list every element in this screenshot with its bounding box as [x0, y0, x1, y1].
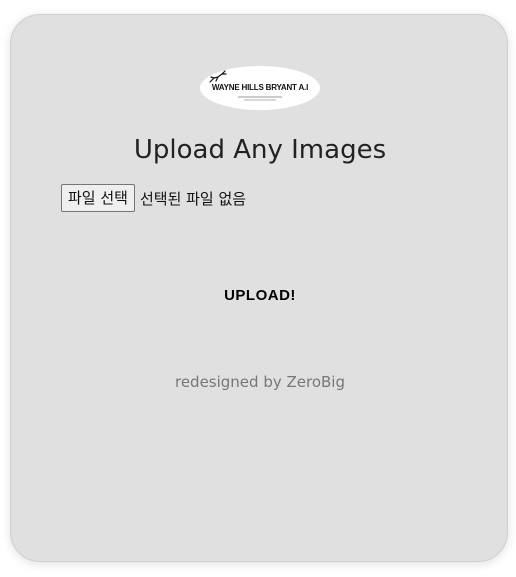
upload-card: WAYNE HILLS BRYANT A.I Upload Any Images…: [10, 14, 508, 562]
logo-tagline-lines: [238, 96, 282, 101]
upload-button[interactable]: UPLOAD!: [210, 283, 310, 307]
page-title: Upload Any Images: [133, 135, 387, 165]
file-status-text: 선택된 파일 없음: [139, 189, 247, 208]
choose-file-button[interactable]: 파일 선택: [61, 184, 135, 212]
brand-logo: WAYNE HILLS BRYANT A.I: [200, 66, 320, 110]
file-input: 파일 선택 선택된 파일 없음: [61, 184, 246, 212]
footer-credit: redesigned by ZeroBig: [174, 373, 345, 391]
